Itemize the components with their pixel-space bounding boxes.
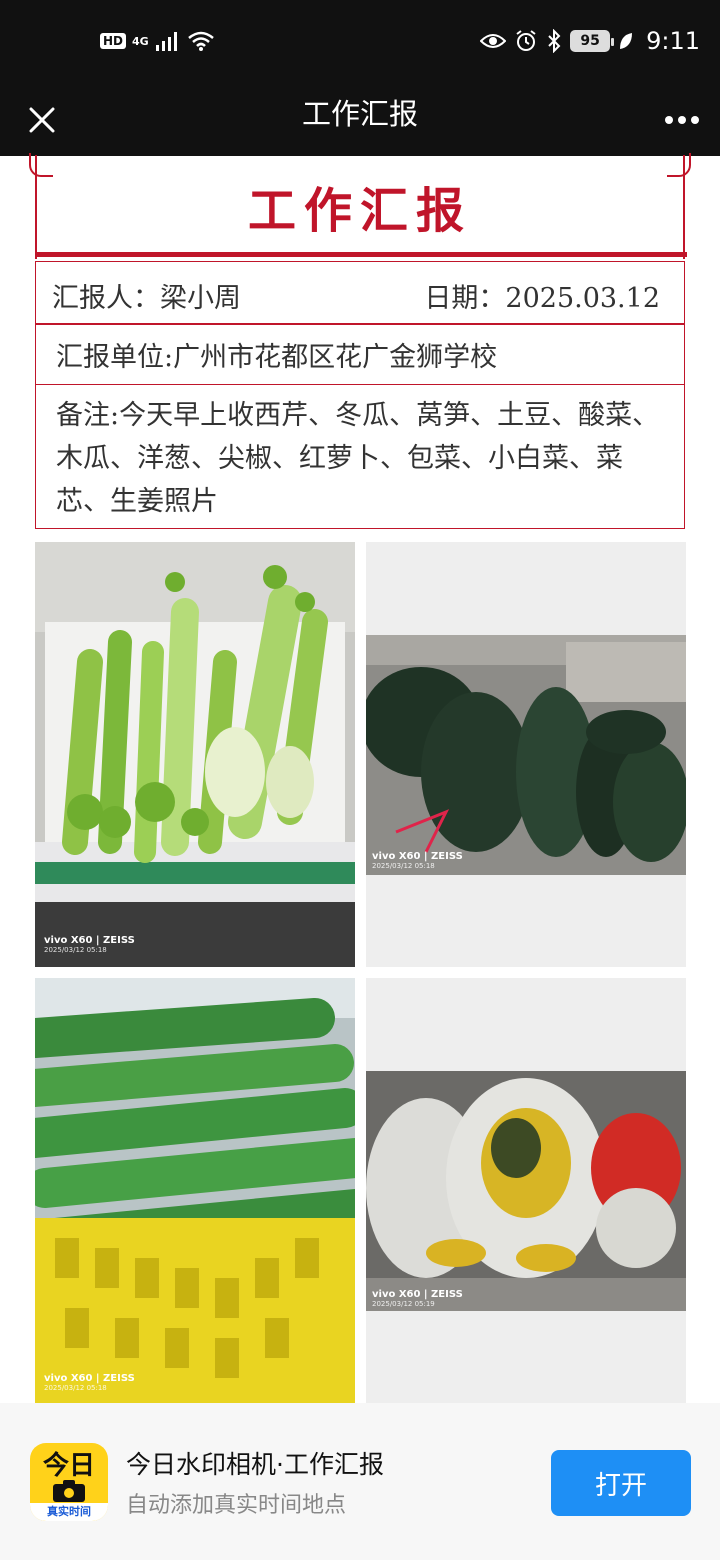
photo-watermark: vivo X60 | ZEISS 2025/03/12 05:18 xyxy=(372,851,463,870)
camera-icon xyxy=(53,1480,85,1502)
more-icon xyxy=(665,116,699,124)
app-icon-label: 今日 xyxy=(42,1451,95,1481)
title-bar: 工作汇报 xyxy=(0,84,720,156)
watermark-camera: vivo X60 | ZEISS xyxy=(44,1373,135,1384)
unit-row: 汇报单位:广州市花都区花广金狮学校 xyxy=(35,323,685,385)
corner-ornament-right xyxy=(667,153,691,177)
app-icon-tagline: 真实时间 xyxy=(30,1503,108,1521)
photo-pickled-vegetables[interactable]: vivo X60 | ZEISS 2025/03/12 05:19 xyxy=(366,978,686,1403)
battery-level: 95 xyxy=(580,33,600,49)
close-button[interactable] xyxy=(18,96,66,144)
wifi-icon xyxy=(187,31,214,51)
close-icon xyxy=(29,107,55,133)
alarm-icon xyxy=(516,30,536,51)
photo-watermark: vivo X60 | ZEISS 2025/03/12 05:18 xyxy=(44,1373,135,1392)
photo-watermark: vivo X60 | ZEISS 2025/03/12 05:18 xyxy=(44,935,135,954)
watermark-timestamp: 2025/03/12 05:18 xyxy=(44,1384,107,1392)
corner-ornament-left xyxy=(29,153,53,177)
reporter-name: 汇报人：梁小周 xyxy=(52,283,241,314)
status-bar: HD 4G 95 9:11 xyxy=(0,0,720,84)
photo-watermark: vivo X60 | ZEISS 2025/03/12 05:19 xyxy=(372,1289,463,1308)
photo-winter-melon[interactable]: vivo X60 | ZEISS 2025/03/12 05:18 xyxy=(366,542,686,967)
watermark-timestamp: 2025/03/12 05:18 xyxy=(44,946,107,954)
watermark-timestamp: 2025/03/12 05:18 xyxy=(372,862,435,870)
open-button[interactable]: 打开 xyxy=(551,1450,691,1516)
report-unit: 汇报单位:广州市花都区花广金狮学校 xyxy=(56,342,498,373)
banner-subtitle: 自动添加真实时间地点 xyxy=(126,1493,347,1518)
title-divider xyxy=(37,252,687,257)
bluetooth-icon xyxy=(548,29,561,53)
app-promo-banner: 今日 真实时间 今日水印相机·工作汇报 自动添加真实时间地点 打开 xyxy=(0,1403,720,1560)
battery-icon: 95 xyxy=(570,30,615,52)
winter-melon-image xyxy=(366,542,686,967)
network-label: 4G xyxy=(132,34,149,48)
report-date: 日期：2025.03.12 xyxy=(424,283,660,314)
watermark-camera: vivo X60 | ZEISS xyxy=(372,851,463,862)
more-button[interactable] xyxy=(658,96,706,144)
status-right: 95 9:11 xyxy=(480,24,700,58)
photo-celery[interactable]: vivo X60 | ZEISS 2025/03/12 05:18 xyxy=(35,542,355,967)
watermark-timestamp: 2025/03/12 05:19 xyxy=(372,1300,435,1308)
report-title-box: 工作汇报 xyxy=(35,155,687,259)
watermark-camera: vivo X60 | ZEISS xyxy=(372,1289,463,1300)
app-icon[interactable]: 今日 真实时间 xyxy=(30,1443,108,1521)
page-title: 工作汇报 xyxy=(301,97,418,131)
hd-badge: HD xyxy=(100,33,127,49)
report-title: 工作汇报 xyxy=(247,183,472,239)
celery-image xyxy=(35,542,355,967)
lettuce-stems-image xyxy=(35,978,355,1403)
clock: 9:11 xyxy=(646,27,700,55)
signal-icon xyxy=(155,32,177,51)
photo-lettuce-stems[interactable]: vivo X60 | ZEISS 2025/03/12 05:18 xyxy=(35,978,355,1403)
banner-title: 今日水印相机·工作汇报 xyxy=(126,1450,384,1479)
leaf-icon xyxy=(620,33,633,49)
status-left: HD 4G xyxy=(100,26,215,56)
reporter-row: 汇报人：梁小周 日期：2025.03.12 xyxy=(35,261,685,325)
watermark-camera: vivo X60 | ZEISS xyxy=(44,935,135,946)
notes-row: 备注:今天早上收西芹、冬瓜、莴笋、土豆、酸菜、木瓜、洋葱、尖椒、红萝卜、包菜、小… xyxy=(35,384,685,529)
pickled-vegetables-image xyxy=(366,978,686,1403)
eye-icon xyxy=(480,34,507,48)
report-notes: 备注:今天早上收西芹、冬瓜、莴笋、土豆、酸菜、木瓜、洋葱、尖椒、红萝卜、包菜、小… xyxy=(56,400,660,517)
